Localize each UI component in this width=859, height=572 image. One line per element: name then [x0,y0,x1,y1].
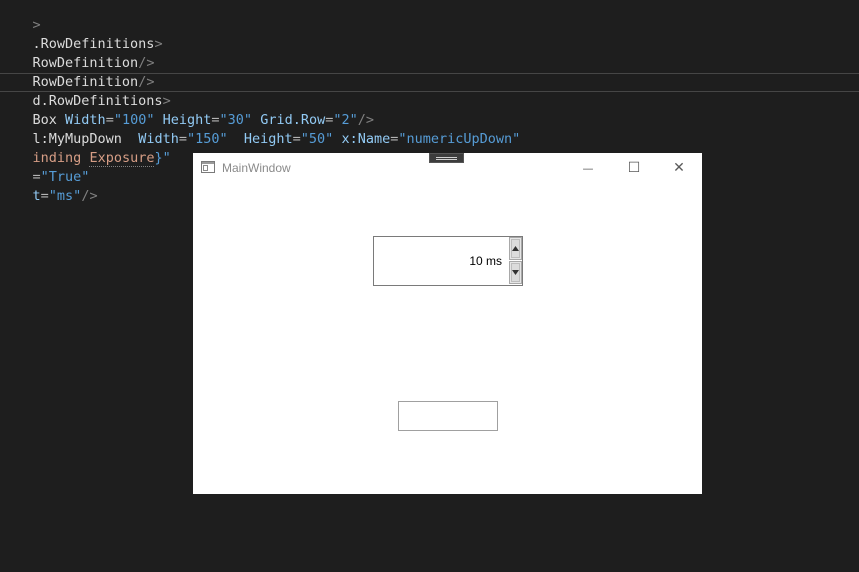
code-token: "numericUpDown" [398,131,521,147]
code-token: "ms" [48,188,82,204]
code-line-1[interactable]: > [0,0,41,33]
code-token: = [292,131,301,147]
code-line-8[interactable]: inding Exposure}" [0,130,171,167]
code-line-6[interactable]: Box Width="100" Height="30" Grid.Row="2"… [0,92,375,128]
code-token: = [40,188,49,204]
app-window-icon [201,160,215,173]
code-token: }" [154,150,171,166]
grip-line [436,159,457,160]
code-token: "50" [300,131,334,147]
code-line-10[interactable]: t="ms"/> [0,168,98,204]
designer-drag-handle[interactable] [429,153,464,163]
text-box[interactable] [398,401,498,431]
code-token: = [178,131,187,147]
code-token: Exposure [89,150,155,167]
window-title: MainWindow [222,161,291,175]
minimize-button[interactable]: — [565,153,611,183]
minimize-icon: — [582,161,594,175]
code-line-3[interactable]: RowDefinition/> [0,35,155,71]
code-token: /> [81,188,98,204]
close-icon: ✕ [673,160,685,176]
main-window: MainWindow — ☐ ✕ 10 ms [193,153,702,494]
code-line-7[interactable]: l:MyMupDown Width="150" Height="50" x:Na… [0,111,521,147]
code-token: x:Name [341,131,391,147]
code-token: > [154,36,163,52]
code-line-5[interactable]: d.RowDefinitions> [0,73,171,109]
spin-down-button[interactable] [509,261,522,284]
maximize-button[interactable]: ☐ [611,153,657,183]
code-token: t [32,188,41,204]
arrow-down-icon [512,270,519,275]
numeric-updown-value[interactable]: 10 ms [469,254,502,268]
spin-up-button[interactable] [509,237,522,260]
close-button[interactable]: ✕ [656,153,702,183]
arrow-up-icon [512,246,519,251]
grip-line [436,157,457,158]
code-line-2[interactable]: .RowDefinitions> [0,16,163,52]
code-line-9[interactable]: ="True" [0,149,90,185]
code-token: "150" [186,131,228,147]
numeric-updown[interactable]: 10 ms [373,236,523,286]
maximize-icon: ☐ [627,160,641,176]
code-line-4[interactable]: RowDefinition/> [0,54,155,90]
code-token: Height [243,131,293,147]
